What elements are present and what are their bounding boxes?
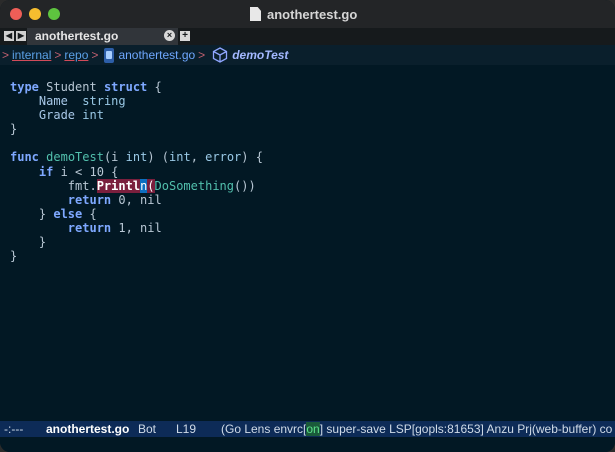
code-token: }	[10, 122, 18, 137]
code-token: return	[67, 220, 112, 235]
code-token: return	[67, 192, 112, 207]
code-token: ())	[234, 178, 256, 193]
code-token: int	[82, 108, 104, 123]
editor-window: anothertest.go ◀ ▶ anothertest.go × + > …	[0, 0, 615, 452]
minor-modes-pre: (Go Lens envrc[	[221, 422, 307, 436]
code-line[interactable]: }	[10, 122, 263, 136]
buffer-state: -:---	[4, 422, 24, 436]
code-token: }	[10, 249, 18, 264]
code-line[interactable]: func demoTest(i int) (int, error) {	[10, 150, 263, 164]
window-title: anothertest.go	[250, 6, 357, 22]
code-token: ) (	[147, 150, 169, 165]
code-token: func	[10, 150, 39, 165]
function-cube-icon	[213, 47, 228, 63]
minimize-window-button[interactable]	[29, 8, 41, 20]
breadcrumb-separator: >	[198, 48, 206, 62]
code-token: 0, nil	[111, 192, 162, 207]
code-token: if	[38, 164, 54, 179]
code-token: (i	[103, 150, 126, 165]
envrc-on-badge: on	[306, 422, 320, 436]
breadcrumb: > internal > repo > anothertest.go > dem…	[0, 45, 615, 65]
code-token: {	[82, 206, 97, 221]
code-token: Grade	[38, 108, 76, 123]
tab-anothertest-go[interactable]: anothertest.go	[27, 28, 178, 45]
code-token: struct	[103, 80, 148, 94]
code-token: Student	[38, 80, 104, 94]
scroll-position: Bot	[138, 422, 157, 436]
tab-scroll-left-icon[interactable]: ◀	[4, 31, 14, 41]
code-token: fmt.	[10, 178, 97, 193]
minor-modes: (Go Lens envrc[on] super-save LSP[gopls:…	[221, 422, 612, 436]
zoom-window-button[interactable]	[48, 8, 60, 20]
go-file-icon	[104, 47, 115, 63]
code-token: Name	[38, 94, 68, 109]
close-window-button[interactable]	[10, 8, 22, 20]
code-token: ,	[190, 150, 206, 165]
code-token: 1, nil	[111, 220, 162, 235]
code-token: demoTest	[46, 150, 104, 165]
code-line[interactable]: if i < 10 {	[10, 165, 263, 179]
breadcrumb-function[interactable]: demoTest	[232, 48, 288, 62]
breadcrumb-separator: >	[91, 48, 99, 62]
code-token: }	[10, 206, 54, 221]
code-line[interactable]: }	[10, 235, 263, 249]
tab-scroll-right-icon[interactable]: ▶	[16, 31, 26, 41]
breadcrumb-item-repo[interactable]: repo	[64, 48, 88, 62]
code-line[interactable]: Grade int	[10, 108, 263, 122]
code-token: {	[147, 80, 162, 94]
code-token: Printl	[96, 178, 141, 193]
code-token: error	[205, 150, 242, 165]
code-line[interactable]: type Student struct {	[10, 80, 263, 94]
code-token: ) {	[241, 150, 263, 165]
breadcrumb-separator: >	[54, 48, 62, 62]
code-token: type	[10, 80, 39, 94]
minor-modes-post: ] super-save LSP[gopls:81653] Anzu Prj(w…	[319, 422, 613, 436]
code-token: string	[82, 94, 126, 109]
code-token: i < 10 {	[53, 164, 119, 179]
line-number: L19	[176, 422, 197, 436]
code-line[interactable]: fmt.Println(DoSomething())	[10, 178, 263, 193]
title-bar: anothertest.go	[0, 0, 615, 29]
code-line[interactable]	[10, 136, 263, 150]
code-line[interactable]: }	[10, 249, 263, 263]
tab-label: anothertest.go	[35, 29, 119, 43]
code-editor[interactable]: type Student struct { Name string Grade …	[10, 80, 263, 263]
mode-line: -:--- anothertest.go Bot L19 (Go Lens en…	[0, 421, 615, 437]
new-tab-icon[interactable]: +	[180, 31, 190, 41]
code-token: DoSomething	[154, 178, 235, 193]
code-line[interactable]: return 1, nil	[10, 221, 263, 235]
code-line[interactable]: } else {	[10, 207, 263, 221]
window-title-text: anothertest.go	[267, 6, 358, 22]
code-line[interactable]: return 0, nil	[10, 193, 263, 207]
code-line[interactable]: Name string	[10, 94, 263, 108]
buffer-name[interactable]: anothertest.go	[46, 422, 129, 436]
code-token: (	[147, 178, 155, 193]
code-token: }	[10, 235, 47, 250]
echo-area	[0, 437, 615, 452]
tab-close-icon[interactable]: ×	[164, 30, 175, 41]
breadcrumb-file[interactable]: anothertest.go	[118, 48, 195, 62]
breadcrumb-item-internal[interactable]: internal	[12, 48, 51, 62]
tab-bar: ◀ ▶ anothertest.go × +	[0, 28, 615, 45]
breadcrumb-separator: >	[2, 48, 10, 62]
code-token: else	[53, 206, 83, 221]
code-token: int	[125, 150, 148, 165]
file-icon	[250, 7, 261, 21]
code-token: int	[169, 150, 191, 165]
